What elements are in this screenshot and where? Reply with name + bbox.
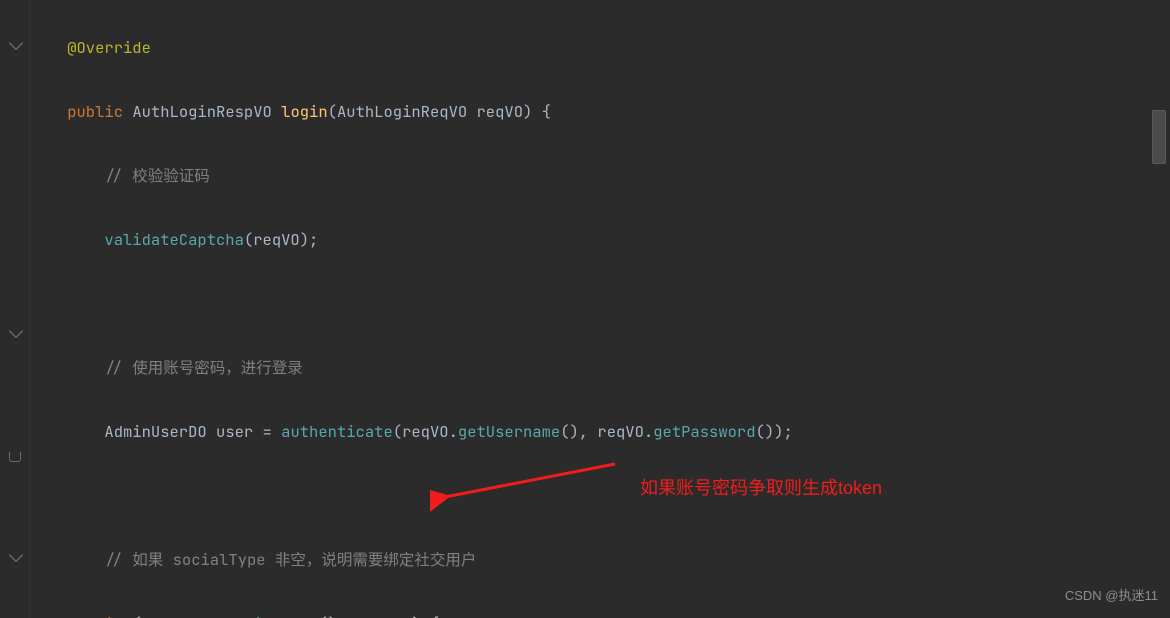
- fold-end[interactable]: [9, 452, 21, 462]
- call-getUsername: getUsername: [458, 421, 560, 442]
- call-validateCaptcha: validateCaptcha: [104, 229, 244, 250]
- fold-marker[interactable]: [9, 324, 23, 338]
- method-name-login: login: [281, 101, 328, 122]
- call-getSocialType: getSocialType: [197, 613, 318, 618]
- code-area[interactable]: @Override public AuthLoginRespVO login(A…: [30, 0, 1146, 618]
- param-name: reqVO: [477, 101, 524, 122]
- comment: // 使用账号密码，进行登录: [104, 357, 302, 378]
- annotation-override: @Override: [67, 37, 151, 58]
- kw-null: null: [374, 613, 411, 618]
- fold-marker[interactable]: [9, 36, 23, 50]
- arg: reqVO: [253, 229, 300, 250]
- fold-marker[interactable]: [9, 548, 23, 562]
- watermark: CSDN @执迷11: [1065, 580, 1158, 612]
- return-type: AuthLoginRespVO: [132, 101, 272, 122]
- minimap-highlight[interactable]: [1152, 110, 1166, 164]
- type: AdminUserDO: [104, 421, 206, 442]
- param-type: AuthLoginReqVO: [337, 101, 467, 122]
- arg: reqVO: [597, 421, 644, 442]
- var: user: [216, 421, 253, 442]
- kw-if: if: [104, 613, 123, 618]
- gutter: [0, 0, 30, 618]
- var: reqVO: [142, 613, 189, 618]
- kw-public: public: [67, 101, 123, 122]
- call-getPassword: getPassword: [653, 421, 755, 442]
- comment: // 如果 socialType 非空，说明需要绑定社交用户: [104, 549, 476, 570]
- arg: reqVO: [402, 421, 449, 442]
- comment: // 校验验证码: [104, 165, 209, 186]
- call-authenticate: authenticate: [281, 421, 393, 442]
